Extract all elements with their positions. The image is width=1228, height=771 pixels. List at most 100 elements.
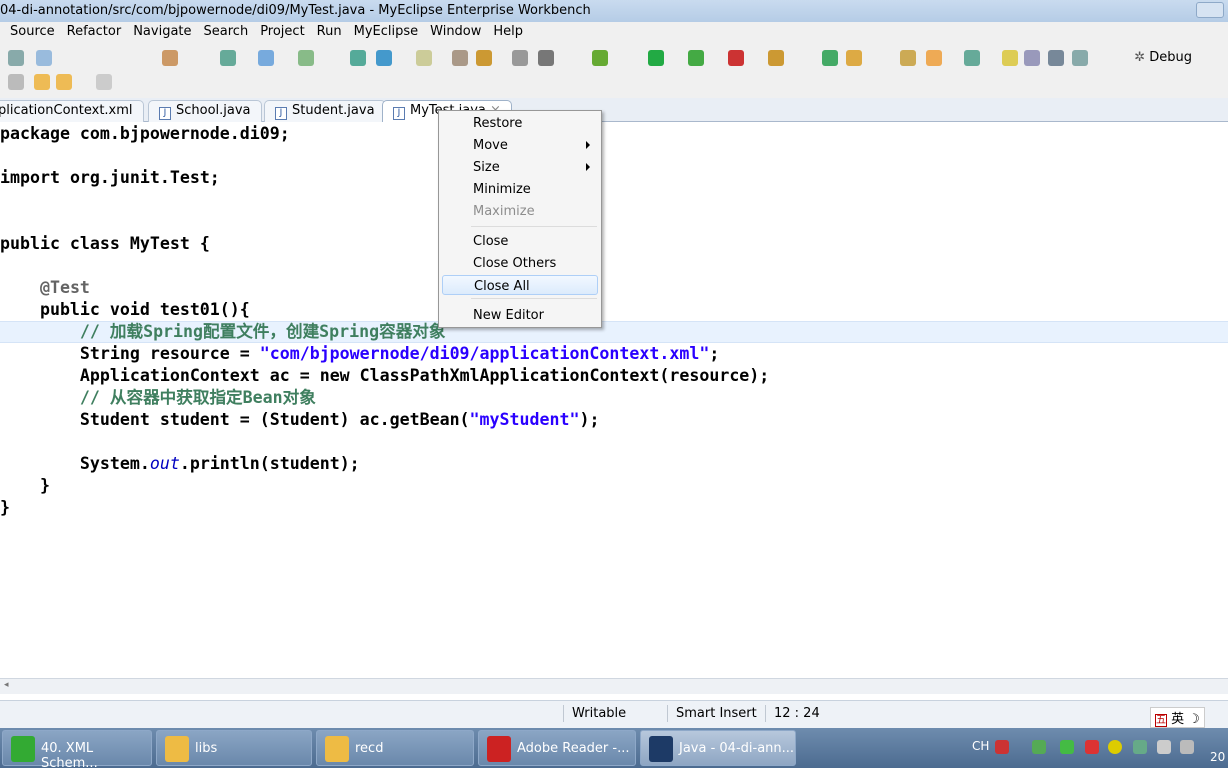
menu-item-restore[interactable]: Restore: [442, 113, 598, 133]
menu-item-close-all[interactable]: Close All: [442, 275, 598, 295]
toolbar-button-icon[interactable]: [8, 50, 24, 66]
navigation-icon[interactable]: [8, 74, 24, 90]
toolbar-button-icon[interactable]: [350, 50, 366, 66]
code-line[interactable]: }: [0, 475, 50, 497]
menu-refactor[interactable]: Refactor: [67, 22, 130, 42]
debug-perspective-button[interactable]: ✲ Debug: [1134, 50, 1192, 65]
menu-item-minimize[interactable]: Minimize: [442, 179, 598, 199]
code-line[interactable]: System.out.println(student);: [0, 453, 360, 475]
toolbar-button-icon[interactable]: [452, 50, 468, 66]
status-insert-mode: Smart Insert: [667, 705, 765, 722]
navigation-icon[interactable]: [96, 74, 112, 90]
toolbar-button-icon[interactable]: [1048, 50, 1064, 66]
minimize-button[interactable]: [1196, 2, 1224, 18]
toolbar-button-icon[interactable]: [298, 50, 314, 66]
tab-context-menu: Restore Move Size Minimize Maximize Close Clos…: [438, 110, 602, 328]
code-token: // 加载Spring配置文件，创建Spring容器对象: [0, 322, 446, 341]
toolbar-button-icon[interactable]: [36, 50, 52, 66]
taskbar-item[interactable]: Java - 04-di-ann...: [640, 730, 796, 766]
menu-project[interactable]: Project: [260, 22, 312, 42]
toolbar-button-icon[interactable]: [648, 50, 664, 66]
volume-muted-icon[interactable]: [1180, 740, 1194, 754]
menu-search[interactable]: Search: [204, 22, 257, 42]
code-token: out: [149, 454, 180, 473]
language-indicator[interactable]: CH: [972, 739, 989, 753]
code-token: org.junit.Test;: [59, 168, 220, 187]
menu-source[interactable]: Source: [10, 22, 63, 42]
status-bar: Writable Smart Insert 12 : 24 五 英 ☽: [0, 700, 1228, 728]
tab-student[interactable]: J Student.java: [264, 100, 386, 122]
code-line[interactable]: public void test01(){: [0, 299, 250, 321]
horizontal-scrollbar[interactable]: ◂: [0, 678, 1228, 694]
taskbar-item[interactable]: recd: [316, 730, 474, 766]
plus-icon[interactable]: [1108, 740, 1122, 754]
shield-icon[interactable]: [1060, 740, 1074, 754]
scroll-left-icon[interactable]: ◂: [4, 680, 9, 690]
menu-window[interactable]: Window: [430, 22, 489, 42]
taskbar-item[interactable]: Adobe Reader -...: [478, 730, 636, 766]
toolbar-button-icon[interactable]: [592, 50, 608, 66]
usb-icon[interactable]: [1032, 740, 1046, 754]
code-token: "com/bjpowernode/di09/applicationContext…: [259, 344, 710, 363]
toolbar-button-icon[interactable]: [220, 50, 236, 66]
ime-bar[interactable]: 五 英 ☽: [1150, 707, 1205, 728]
code-line[interactable]: ApplicationContext ac = new ClassPathXml…: [0, 365, 769, 387]
toolbar-button-icon[interactable]: [688, 50, 704, 66]
app-icon: [325, 736, 349, 762]
battery-icon[interactable]: [1085, 740, 1099, 754]
toolbar-button-icon[interactable]: [1002, 50, 1018, 66]
code-token: "myStudent": [469, 410, 580, 429]
toolbar-button-icon[interactable]: [964, 50, 980, 66]
toolbar-button-icon[interactable]: [416, 50, 432, 66]
code-line[interactable]: // 加载Spring配置文件，创建Spring容器对象: [0, 321, 446, 343]
clock[interactable]: 20: [1210, 750, 1225, 764]
app-icon: [11, 736, 35, 762]
toolbar-button-icon[interactable]: [822, 50, 838, 66]
menu-item-maximize[interactable]: Maximize: [442, 201, 598, 221]
menu-myeclipse[interactable]: MyEclipse: [354, 22, 427, 42]
toolbar-button-icon[interactable]: [162, 50, 178, 66]
toolbar-button-icon[interactable]: [476, 50, 492, 66]
code-line[interactable]: Student student = (Student) ac.getBean("…: [0, 409, 600, 431]
toolbar-button-icon[interactable]: [846, 50, 862, 66]
code-line[interactable]: @Test: [0, 277, 90, 299]
toolbar-button-icon[interactable]: [900, 50, 916, 66]
toolbar-button-icon[interactable]: [1072, 50, 1088, 66]
taskbar-item[interactable]: 40. XML Schem...: [2, 730, 152, 771]
toolbar-button-icon[interactable]: [376, 50, 392, 66]
tab-school[interactable]: J School.java: [148, 100, 262, 122]
code-line[interactable]: package com.bjpowernode.di09;: [0, 123, 290, 145]
menu-item-move[interactable]: Move: [442, 135, 598, 155]
navigation-icon[interactable]: [34, 74, 50, 90]
taskbar-item[interactable]: libs: [156, 730, 312, 766]
toolbar-button-icon[interactable]: [926, 50, 942, 66]
network-status-icon[interactable]: [1133, 740, 1147, 754]
code-line[interactable]: import org.junit.Test;: [0, 167, 220, 189]
toolbar-button-icon[interactable]: [538, 50, 554, 66]
window-title: 04-di-annotation/src/com/bjpowernode/di0…: [0, 3, 591, 18]
code-line[interactable]: public class MyTest {: [0, 233, 210, 255]
menu-navigate[interactable]: Navigate: [133, 22, 199, 42]
code-token: .println(student);: [179, 454, 360, 473]
menu-item-size[interactable]: Size: [442, 157, 598, 177]
menu-item-new-editor[interactable]: New Editor: [442, 305, 598, 325]
ime-tray-icon[interactable]: [995, 740, 1009, 754]
toolbar-button-icon[interactable]: [258, 50, 274, 66]
code-editor[interactable]: package com.bjpowernode.di09; import org.…: [0, 122, 1228, 678]
code-line[interactable]: // 从容器中获取指定Bean对象: [0, 387, 316, 409]
code-token: package: [0, 124, 70, 143]
code-line[interactable]: String resource = "com/bjpowernode/di09/…: [0, 343, 719, 365]
menu-item-close-others[interactable]: Close Others: [442, 253, 598, 273]
menu-help[interactable]: Help: [493, 22, 531, 42]
navigation-icon[interactable]: [56, 74, 72, 90]
toolbar-button-icon[interactable]: [728, 50, 744, 66]
gear-icon: ✲: [1134, 50, 1150, 65]
tab-applicationcontext[interactable]: plicationContext.xml: [0, 100, 144, 122]
menu-run[interactable]: Run: [317, 22, 350, 42]
network-icon[interactable]: [1157, 740, 1171, 754]
toolbar-button-icon[interactable]: [512, 50, 528, 66]
toolbar-button-icon[interactable]: [1024, 50, 1040, 66]
toolbar-button-icon[interactable]: [768, 50, 784, 66]
menu-item-close[interactable]: Close: [442, 231, 598, 251]
code-line[interactable]: }: [0, 497, 10, 519]
